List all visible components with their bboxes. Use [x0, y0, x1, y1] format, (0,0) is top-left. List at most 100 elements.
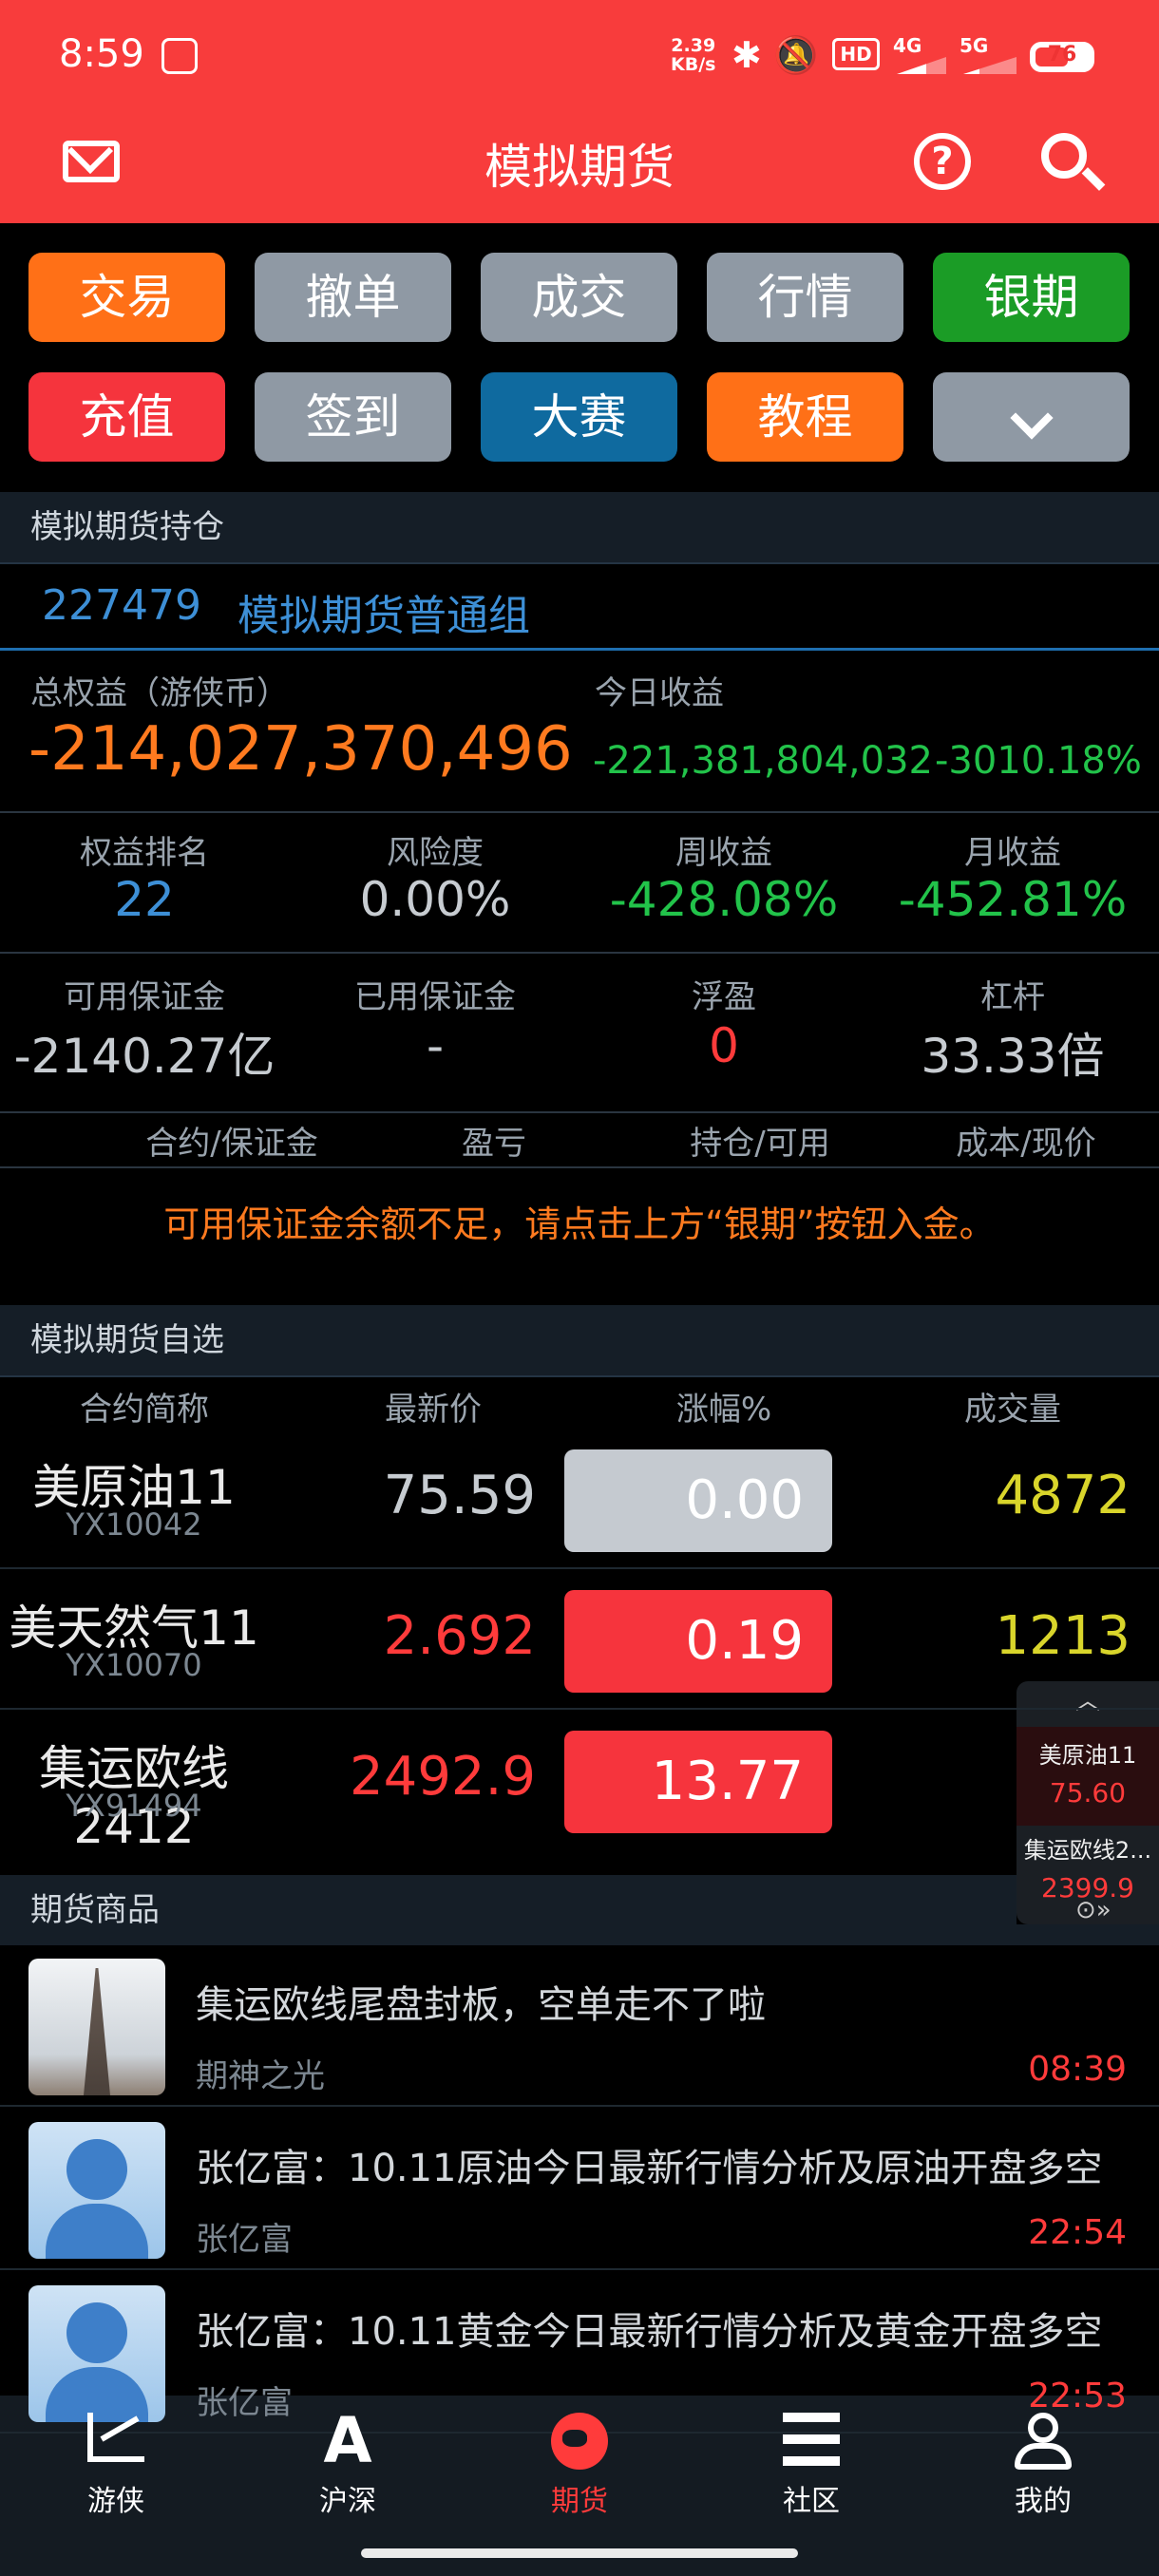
change-percent: 13.77: [564, 1731, 832, 1833]
divider: [0, 2268, 1159, 2270]
table-header-cell: 合约/保证金: [145, 1125, 318, 1163]
total-equity-value: -214,027,370,496: [28, 714, 573, 785]
holdings-section-header: 模拟期货持仓: [0, 492, 1159, 562]
quick-button[interactable]: 撤单: [255, 253, 451, 342]
contract-code: YX10070: [66, 1647, 202, 1683]
settings-icon[interactable]: ⊙»: [1075, 1896, 1112, 1924]
nav-item-user[interactable]: 我的: [927, 2413, 1159, 2519]
stat-label: 浮盈: [692, 978, 756, 1016]
stat-value: -2140.27亿: [13, 1029, 276, 1084]
contract-code: YX10042: [66, 1506, 202, 1543]
divider: [0, 1375, 1159, 1377]
network-speed-unit: KB/s: [671, 54, 716, 75]
news-time: 22:53: [1028, 2377, 1127, 2415]
chevron-down-icon: [1009, 396, 1054, 440]
network-speed: 2.39 KB/s: [671, 36, 715, 74]
news-title: 张亿富：10.11黄金今日最新行情分析及黄金开盘多空: [196, 2310, 1103, 2354]
stat-label: 杠杆: [980, 978, 1045, 1016]
nav-item-list[interactable]: 社区: [695, 2413, 927, 2519]
news-time: 08:39: [1028, 2050, 1127, 2089]
table-header-cell: 成本/现价: [956, 1125, 1096, 1163]
eiffel-tower-photo: [28, 1959, 165, 2095]
nav-label: 游侠: [87, 2485, 144, 2518]
latest-price: 2492.9: [350, 1746, 536, 1808]
account-id: 227479: [42, 581, 201, 630]
latest-price: 75.59: [383, 1465, 536, 1526]
bluetooth-icon: ✱: [732, 34, 762, 76]
divider: [0, 562, 1159, 564]
divider: [0, 2105, 1159, 2107]
status-time: 8:59: [59, 32, 144, 76]
news-title: 集运欧线尾盘封板，空单走不了啦: [196, 1983, 766, 2027]
battery-level: 76: [1047, 43, 1077, 66]
total-equity-label: 总权益（游侠币）: [30, 674, 289, 712]
status-bar: 8:59 2.39 KB/s ✱ 🔕 HD 4G 5G 76: [0, 0, 1159, 114]
nav-label: 期货: [551, 2485, 608, 2518]
avatar-placeholder: [28, 2122, 165, 2259]
contract-code: YX91494: [66, 1788, 202, 1824]
today-income-label: 今日收益: [595, 674, 724, 712]
nav-label: 沪深: [319, 2485, 376, 2518]
news-title: 张亿富：10.11原油今日最新行情分析及原油开盘多空: [196, 2147, 1103, 2190]
stat-label: 风险度: [387, 834, 484, 872]
app-notification-icon: [162, 38, 198, 74]
battery-icon: 76: [1030, 42, 1094, 72]
divider: [0, 952, 1159, 954]
quick-button[interactable]: 充值: [28, 372, 225, 462]
network-speed-value: 2.39: [671, 35, 716, 56]
avatar-placeholder: [28, 2285, 165, 2422]
quick-button[interactable]: 签到: [255, 372, 451, 462]
quick-button[interactable]: 大赛: [481, 372, 677, 462]
today-income-value: -221,381,804,032: [593, 739, 933, 783]
group-name[interactable]: 模拟期货普通组: [238, 581, 530, 642]
table-header-cell: 成交量: [964, 1391, 1061, 1429]
table-header-cell: 持仓/可用: [690, 1125, 830, 1163]
help-icon[interactable]: ?: [914, 133, 971, 190]
stat-label: 可用保证金: [64, 978, 225, 1016]
signal-4g-icon: [897, 57, 946, 74]
news-section-header: 期货商品: [0, 1875, 1016, 1945]
volume: 1213: [995, 1605, 1130, 1667]
stat-label: 已用保证金: [354, 978, 516, 1016]
header-fill: [1016, 1924, 1159, 1945]
table-header-cell: 最新价: [385, 1391, 482, 1429]
divider: [0, 648, 1159, 651]
table-header-cell: 盈亏: [462, 1125, 526, 1163]
quick-button[interactable]: 银期: [933, 253, 1130, 342]
chart-icon: [0, 2413, 232, 2473]
user-icon: [927, 2413, 1159, 2473]
news-source: 期神之光: [196, 2057, 325, 2095]
nav-label: 社区: [783, 2485, 840, 2518]
mute-icon: 🔕: [773, 34, 819, 76]
nav-item-globe[interactable]: 期货: [464, 2413, 695, 2519]
stat-value: 0: [709, 1018, 739, 1073]
quick-button[interactable]: 教程: [707, 372, 903, 462]
quick-button[interactable]: 交易: [28, 253, 225, 342]
quick-button[interactable]: 行情: [707, 253, 903, 342]
search-icon[interactable]: [1041, 133, 1087, 179]
volume: 4872: [995, 1465, 1130, 1526]
nav-item-chart[interactable]: 游侠: [0, 2413, 232, 2519]
quick-button[interactable]: 成交: [481, 253, 677, 342]
home-indicator: [361, 2548, 798, 2558]
divider: [0, 1166, 1159, 1168]
globe-icon: [464, 2413, 695, 2473]
change-percent: 0.19: [564, 1590, 832, 1693]
more-buttons-toggle[interactable]: [933, 372, 1130, 462]
change-percent: 0.00: [564, 1449, 832, 1552]
hd-badge: HD: [832, 38, 880, 70]
stat-value: 0.00%: [359, 872, 511, 927]
margin-warning-notice: 可用保证金余额不足，请点击上方“银期”按钮入金。: [163, 1203, 996, 1245]
nav-item-letter-a[interactable]: A 沪深: [232, 2404, 464, 2519]
news-time: 22:54: [1028, 2213, 1127, 2252]
page-title: 模拟期货: [484, 140, 674, 195]
stat-label: 周收益: [675, 834, 772, 872]
news-source: 张亿富: [196, 2221, 293, 2259]
latest-price: 2.692: [383, 1605, 536, 1667]
divider: [0, 811, 1159, 813]
letter-a-icon: A: [323, 2404, 372, 2477]
signal-5g-icon: [963, 57, 1016, 74]
stat-value: -: [426, 1018, 445, 1073]
divider: [0, 1111, 1159, 1113]
signal-5g-label: 5G: [960, 34, 989, 57]
